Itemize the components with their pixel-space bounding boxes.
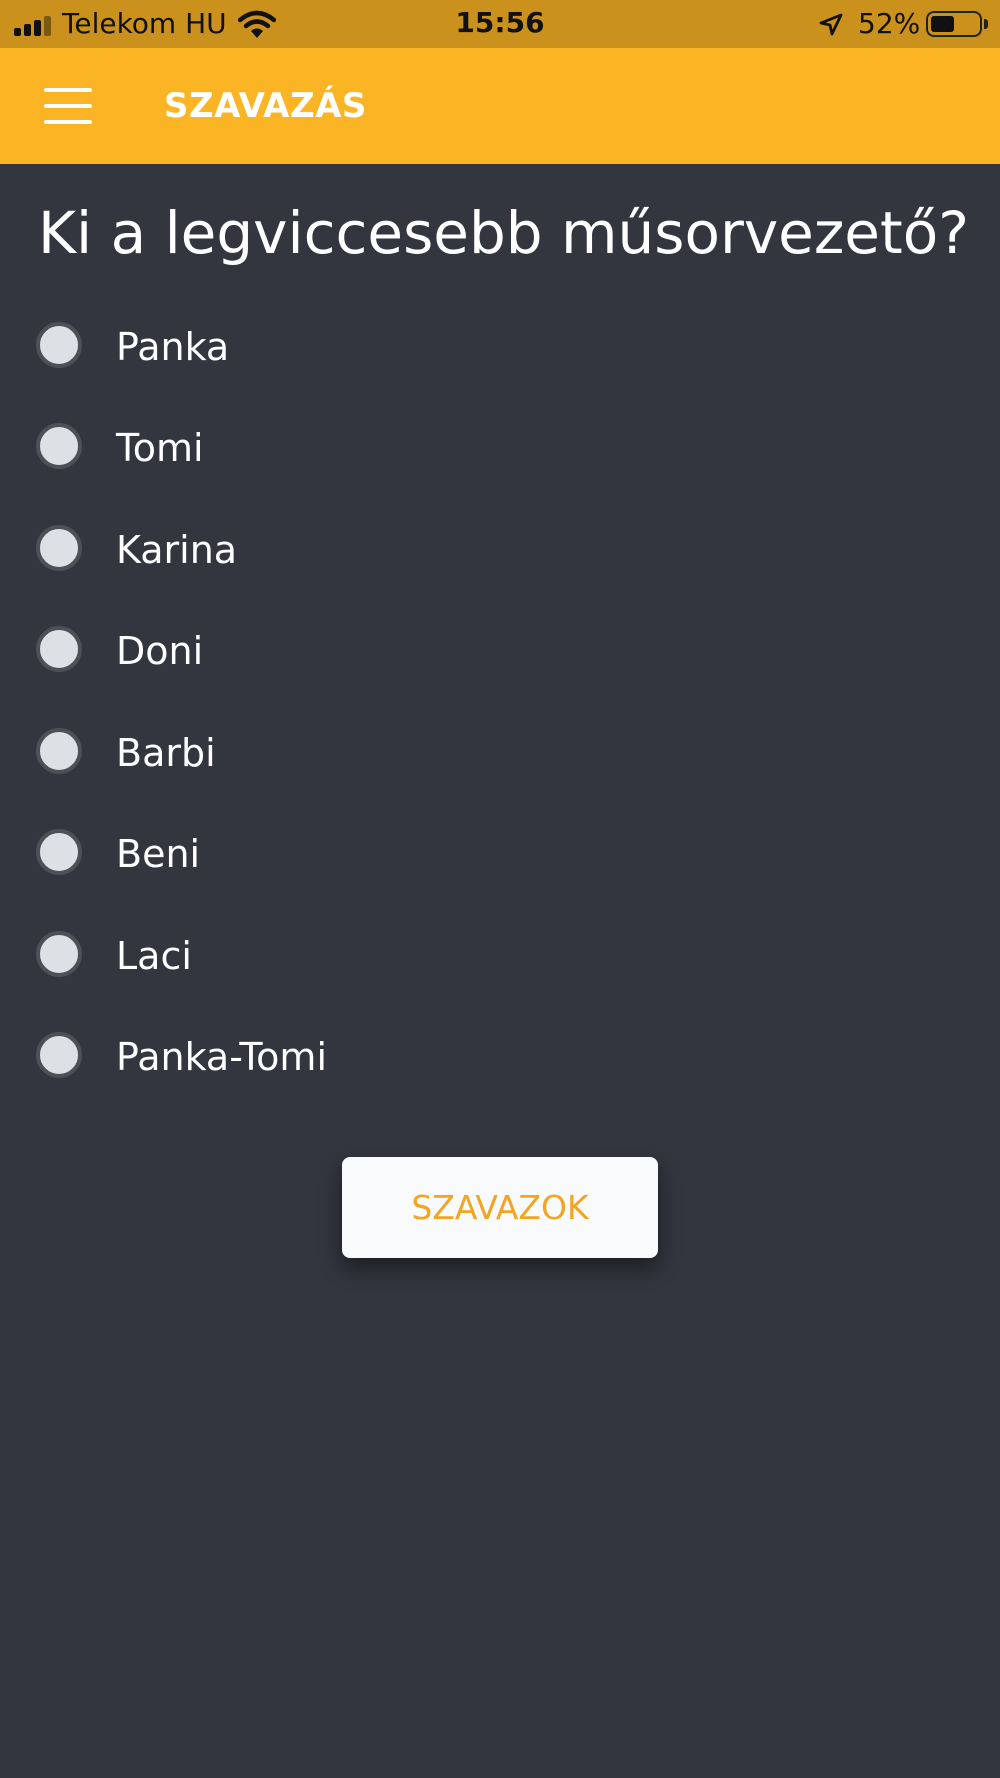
- option-label: Panka-Tomi: [116, 1035, 328, 1079]
- option-label: Doni: [116, 629, 204, 673]
- option-label: Tomi: [116, 426, 204, 470]
- radio-button[interactable]: [36, 322, 82, 368]
- radio-button[interactable]: [36, 829, 82, 875]
- location-arrow-icon: [819, 13, 843, 36]
- poll-option-karina[interactable]: Karina: [0, 503, 700, 593]
- radio-button[interactable]: [36, 423, 82, 469]
- poll-option-laci[interactable]: Laci: [0, 909, 700, 999]
- app-bar: SZAVAZÁS: [0, 48, 1000, 164]
- hamburger-menu-icon[interactable]: [44, 86, 92, 126]
- option-label: Karina: [116, 528, 238, 572]
- option-label: Panka: [116, 325, 230, 369]
- poll-option-barbi[interactable]: Barbi: [0, 706, 700, 796]
- battery-percent: 52%: [858, 7, 921, 40]
- battery-tip: [984, 19, 988, 29]
- radio-button[interactable]: [36, 728, 82, 774]
- option-label: Laci: [116, 934, 192, 978]
- poll-option-panka[interactable]: Panka: [0, 300, 700, 390]
- app-bar-title: SZAVAZÁS: [164, 86, 367, 126]
- radio-button[interactable]: [36, 1032, 82, 1078]
- option-label: Beni: [116, 832, 201, 876]
- status-bar: Telekom HU 15:56 52%: [0, 0, 1000, 48]
- status-time: 15:56: [455, 6, 545, 39]
- radio-button[interactable]: [36, 931, 82, 977]
- radio-button[interactable]: [36, 626, 82, 672]
- poll-option-doni[interactable]: Doni: [0, 604, 700, 694]
- poll-question: Ki a legviccesebb műsorvezető?: [38, 199, 970, 267]
- option-label: Barbi: [116, 731, 216, 775]
- poll-option-tomi[interactable]: Tomi: [0, 401, 700, 491]
- radio-button[interactable]: [36, 525, 82, 571]
- vote-submit-button[interactable]: SZAVAZOK: [342, 1157, 658, 1258]
- poll-option-beni[interactable]: Beni: [0, 807, 700, 897]
- battery-icon: [926, 11, 982, 37]
- poll-option-panka-tomi[interactable]: Panka-Tomi: [0, 1010, 700, 1100]
- battery-level-fill: [931, 16, 954, 32]
